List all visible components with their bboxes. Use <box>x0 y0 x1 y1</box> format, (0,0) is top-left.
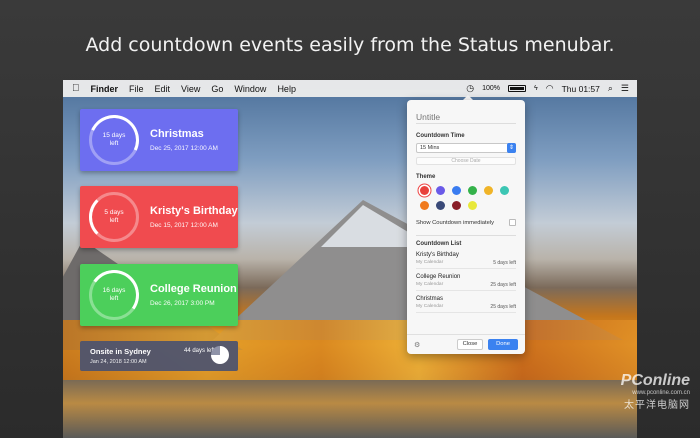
widget-date: Dec 26, 2017 3:00 PM <box>150 300 215 307</box>
headline: Add countdown events easily from the Sta… <box>85 34 615 56</box>
list-item[interactable]: College Reunion My Calendar 25 days left <box>416 274 516 291</box>
theme-color-swatch[interactable] <box>500 186 509 195</box>
theme-color-swatch[interactable] <box>420 186 429 195</box>
countdown-time-label: Countdown Time <box>416 133 465 139</box>
desktop-screen:  Finder File Edit View Go Window Help ◷… <box>63 80 637 438</box>
menu-window[interactable]: Window <box>234 84 266 94</box>
widget-title: Onsite in Sydney <box>90 347 151 356</box>
widget-title: College Reunion <box>150 283 237 295</box>
close-button[interactable]: Close <box>457 339 483 350</box>
menu-file[interactable]: File <box>129 84 144 94</box>
list-item-days: 25 days left <box>490 304 516 310</box>
theme-color-swatch[interactable] <box>452 186 461 195</box>
choose-date-button[interactable]: Choose Date <box>416 157 516 165</box>
theme-color-swatch[interactable] <box>436 201 445 210</box>
widget-title: Christmas <box>150 128 204 140</box>
countdown-list-label: Countdown List <box>416 235 516 247</box>
wifi-icon[interactable]: ◠ <box>546 83 554 94</box>
add-countdown-popover: Countdown Time 15 Mins ⇕ Choose Date The… <box>407 100 525 354</box>
apple-menu-icon[interactable]:  <box>72 83 80 94</box>
widget-onsite-sydney[interactable]: Onsite in Sydney Jan 24, 2018 12:00 AM 4… <box>80 341 238 371</box>
pie-progress-icon <box>211 346 229 364</box>
countdown-ring: 15 days left <box>81 107 147 173</box>
menubar-clock[interactable]: Thu 01:57 <box>562 84 600 94</box>
theme-color-grid <box>416 186 516 210</box>
popover-footer: ⚙ Close Done <box>407 334 525 354</box>
theme-color-swatch[interactable] <box>468 186 477 195</box>
list-item[interactable]: Kristy's Birthday My Calendar 5 days lef… <box>416 252 516 269</box>
watermark-cn: 太平洋电脑网 <box>624 400 690 411</box>
charging-icon: ϟ <box>534 85 538 92</box>
menu-edit[interactable]: Edit <box>155 84 171 94</box>
widget-date: Jan 24, 2018 12:00 AM <box>90 359 147 365</box>
menubar:  Finder File Edit View Go Window Help ◷… <box>63 80 637 97</box>
theme-color-swatch[interactable] <box>468 201 477 210</box>
menu-view[interactable]: View <box>181 84 200 94</box>
widget-christmas[interactable]: 15 days left Christmas Dec 25, 2017 12:0… <box>80 107 238 173</box>
done-button[interactable]: Done <box>488 339 518 350</box>
menu-finder[interactable]: Finder <box>91 84 119 94</box>
countdown-ring: 5 days left <box>89 192 139 242</box>
event-title-input[interactable] <box>416 110 516 124</box>
list-item-name: College Reunion <box>416 274 461 280</box>
lake <box>63 380 637 438</box>
countdown-time-value: 15 Mins <box>420 145 440 151</box>
spotlight-search-icon[interactable]: ⌕ <box>608 83 613 94</box>
menu-help[interactable]: Help <box>277 84 296 94</box>
watermark-brand: PConline <box>620 372 690 389</box>
show-immediately-checkbox[interactable] <box>509 219 516 226</box>
pconline-watermark: PConline www.pconline.com.cn 太平洋电脑网 <box>580 372 690 411</box>
widget-kristys-birthday[interactable]: 5 days left Kristy's Birthday Dec 15, 20… <box>80 186 238 248</box>
show-immediately-label: Show Countdown immediately <box>416 219 494 226</box>
battery-percent: 100% <box>482 85 501 92</box>
widget-title: Kristy's Birthday <box>150 205 238 217</box>
menu-go[interactable]: Go <box>211 84 223 94</box>
countdown-ring: 16 days left <box>85 266 143 324</box>
theme-color-swatch[interactable] <box>436 186 445 195</box>
list-item-days: 5 days left <box>493 260 516 266</box>
show-immediately-row[interactable]: Show Countdown immediately <box>416 219 516 226</box>
gear-icon[interactable]: ⚙ <box>414 341 420 349</box>
theme-color-swatch[interactable] <box>484 186 493 195</box>
list-item-name: Kristy's Birthday <box>416 252 459 258</box>
theme-color-swatch[interactable] <box>420 201 429 210</box>
list-item-days: 25 days left <box>490 282 516 288</box>
theme-label: Theme <box>416 174 436 180</box>
list-item-name: Christmas <box>416 296 444 302</box>
widget-date: Dec 15, 2017 12:00 AM <box>150 222 218 229</box>
notification-center-icon[interactable]: ☰ <box>621 83 629 94</box>
countdown-status-icon[interactable]: ◷ <box>466 83 474 94</box>
widget-date: Dec 25, 2017 12:00 AM <box>150 145 218 152</box>
widget-college-reunion[interactable]: 16 days left College Reunion Dec 26, 201… <box>80 264 238 326</box>
countdown-time-select[interactable]: 15 Mins ⇕ <box>416 143 516 153</box>
battery-icon[interactable] <box>508 85 527 92</box>
list-item[interactable]: Christmas My Calendar 25 days left <box>416 296 516 313</box>
theme-color-swatch[interactable] <box>452 201 461 210</box>
select-arrows-icon[interactable]: ⇕ <box>507 143 516 153</box>
